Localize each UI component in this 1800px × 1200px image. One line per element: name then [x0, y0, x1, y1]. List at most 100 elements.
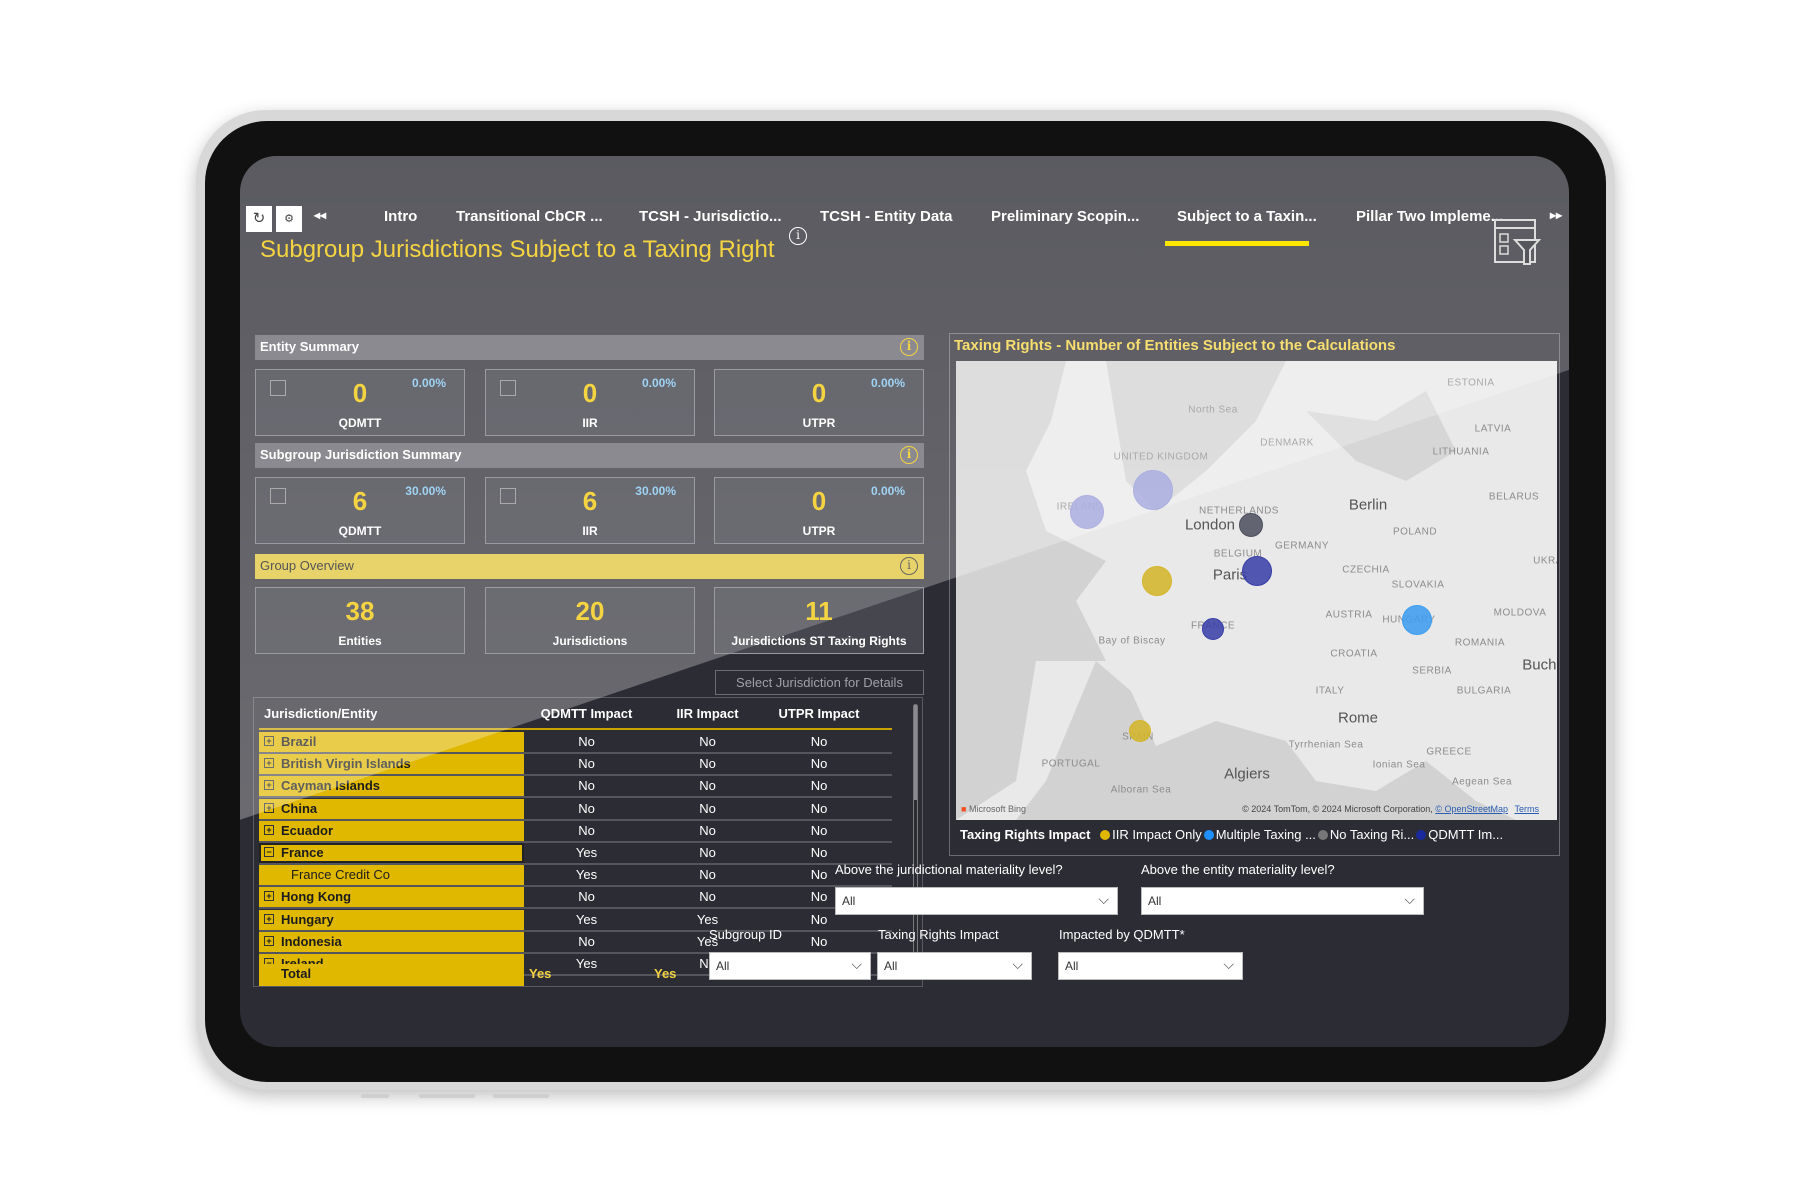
map-bubble[interactable] [1202, 618, 1224, 640]
jurisdiction-cell[interactable]: + Indonesia [259, 931, 524, 952]
map-bubble[interactable] [1133, 470, 1173, 510]
subgroup-id-dropdown[interactable]: All ⌵ [709, 952, 871, 980]
legend-item[interactable]: Multiple Taxing ... [1202, 827, 1316, 842]
tab-tcsh-jurisdiction[interactable]: TCSH - Jurisdictio... [639, 208, 782, 225]
column-header-utpr[interactable]: UTPR Impact [766, 706, 872, 721]
column-header-qdmtt[interactable]: QDMTT Impact [524, 706, 649, 721]
jurisdiction-name: France [281, 845, 324, 860]
expand-icon[interactable]: + [264, 758, 274, 769]
map[interactable]: North SeaDENMARKUNITED KINGDOMIRELANDNET… [956, 361, 1557, 820]
select-jurisdiction-button[interactable]: Select Jurisdiction for Details [715, 670, 924, 695]
legend-item[interactable]: IIR Impact Only [1100, 827, 1202, 842]
tab-intro[interactable]: Intro [384, 208, 417, 225]
refresh-button[interactable]: ↻ [246, 206, 272, 232]
expand-icon[interactable]: + [264, 736, 274, 746]
jurisdiction-name: Hungary [281, 911, 334, 927]
entity-summary-header: Entity Summary i [255, 335, 924, 360]
collapse-icon[interactable]: − [264, 847, 274, 857]
iir-impact-cell: No [699, 889, 716, 905]
table-row[interactable]: + Brazil No No No [259, 732, 892, 754]
column-header-iir[interactable]: IIR Impact [649, 706, 766, 721]
map-bubble[interactable] [1402, 605, 1432, 635]
iir-impact-cell: No [699, 800, 716, 816]
qdmtt-impact-cell: No [578, 778, 595, 794]
map-attribution: © 2024 TomTom, © 2024 Microsoft Corporat… [1242, 804, 1539, 814]
settings-button[interactable]: ⚙ [276, 206, 302, 232]
map-bubble[interactable] [1070, 495, 1104, 529]
map-bubble[interactable] [1239, 513, 1263, 537]
next-page-button[interactable]: ▸▸ [1550, 208, 1562, 222]
table-header: Jurisdiction/Entity QDMTT Impact IIR Imp… [259, 698, 892, 730]
qdmtt-impact-cell: No [578, 889, 595, 905]
map-place-label: Rome [1337, 709, 1379, 727]
info-icon[interactable]: i [900, 446, 918, 464]
qdmtt-impact-cell: Yes [575, 867, 598, 883]
prev-page-button[interactable]: ◂◂ [314, 208, 326, 222]
column-header-jurisdiction[interactable]: Jurisdiction/Entity [264, 706, 377, 721]
table-row[interactable]: + China No No No [259, 798, 892, 821]
jurisdiction-cell[interactable]: France Credit Co [259, 865, 524, 886]
jurisdiction-cell[interactable]: + Cayman Islands [259, 776, 524, 797]
jurisdiction-cell[interactable]: + Hong Kong [259, 887, 524, 908]
expand-icon[interactable]: + [264, 780, 274, 791]
map-bubble[interactable] [1142, 566, 1172, 596]
table-row[interactable]: + Ecuador No No No [259, 820, 892, 843]
iir-impact-cell: No [699, 756, 716, 772]
expand-icon[interactable]: + [264, 824, 274, 835]
table-row[interactable]: France Credit Co Yes No No [259, 865, 892, 888]
tab-pillar-two-implementation[interactable]: Pillar Two Impleme... [1356, 208, 1503, 225]
impacted-by-qdmtt-dropdown[interactable]: All ⌵ [1058, 952, 1243, 980]
map-place-label: ITALY [1315, 685, 1345, 697]
legend-item[interactable]: QDMTT Im... [1414, 827, 1503, 842]
info-icon[interactable]: i [900, 557, 918, 575]
gears-icon: ⚙ [284, 213, 294, 225]
tab-subject-to-taxing-right[interactable]: Subject to a Taxin... [1177, 208, 1317, 225]
table-row[interactable]: + Hungary Yes Yes No [259, 909, 892, 932]
jurisdictional-materiality-dropdown[interactable]: All ⌵ [835, 887, 1118, 915]
table-row[interactable]: + Indonesia No Yes No [259, 931, 892, 954]
entity-iir-card: 0.00% 0 IIR [485, 369, 695, 436]
tab-transitional-cbcr[interactable]: Transitional CbCR ... [456, 208, 603, 225]
expand-icon[interactable]: + [264, 935, 274, 946]
info-icon[interactable]: i [900, 338, 918, 356]
info-icon[interactable]: i [789, 227, 807, 245]
jurisdiction-cell[interactable]: + Brazil [259, 732, 524, 752]
jurisdiction-cell[interactable]: + British Virgin Islands [259, 754, 524, 775]
bing-label: Microsoft Bing [968, 804, 1026, 814]
tab-preliminary-scoping[interactable]: Preliminary Scopin... [991, 208, 1139, 225]
map-place-label: ROMANIA [1454, 637, 1506, 649]
scrollbar-thumb[interactable] [914, 705, 917, 800]
tab-tcsh-entity-data[interactable]: TCSH - Entity Data [820, 208, 953, 225]
card-value: 0 [811, 378, 827, 408]
taxing-rights-impact-dropdown[interactable]: All ⌵ [877, 952, 1032, 980]
legend-label: QDMTT Im... [1428, 827, 1504, 842]
jurisdiction-cell[interactable]: − France [259, 843, 524, 863]
entity-materiality-dropdown[interactable]: All ⌵ [1141, 887, 1424, 915]
map-place-label: London [1184, 516, 1236, 534]
expand-icon[interactable]: + [264, 891, 274, 902]
section-title: Subgroup Jurisdiction Summary [260, 447, 462, 462]
osm-link[interactable]: © OpenStreetMap [1435, 804, 1508, 814]
jurisdiction-cell[interactable]: + Hungary [259, 909, 524, 930]
jurisdiction-cell[interactable]: + China [259, 798, 524, 819]
table-row[interactable]: + Hong Kong No No No [259, 887, 892, 910]
map-place-label: Ionian Sea [1372, 759, 1426, 771]
map-bubble[interactable] [1242, 556, 1272, 586]
utpr-impact-cell: No [810, 778, 828, 794]
map-title: Taxing Rights - Number of Entities Subje… [954, 337, 1396, 354]
table-row[interactable]: − France Yes No No [259, 843, 892, 865]
table-row[interactable]: + Cayman Islands No No No [259, 776, 892, 799]
expand-icon[interactable]: + [264, 802, 274, 813]
jurisdiction-cell[interactable]: + Ecuador [259, 820, 524, 841]
table-row[interactable]: + British Virgin Islands No No No [259, 754, 892, 777]
legend-dot-icon [1203, 830, 1214, 840]
subgroup-utpr-card: 0.00% 0 UTPR [714, 477, 924, 544]
bing-logo: ■ Microsoft Bing [961, 804, 1026, 814]
terms-link[interactable]: Terms [1515, 804, 1540, 814]
jurisdictions-card: 20 Jurisdictions [485, 587, 695, 654]
map-bubble[interactable] [1129, 720, 1151, 742]
expand-icon[interactable]: + [264, 913, 274, 924]
filter-pane-icon[interactable] [1493, 218, 1541, 266]
legend-dot-icon [1100, 830, 1111, 840]
legend-item[interactable]: No Taxing Ri... [1316, 827, 1414, 842]
